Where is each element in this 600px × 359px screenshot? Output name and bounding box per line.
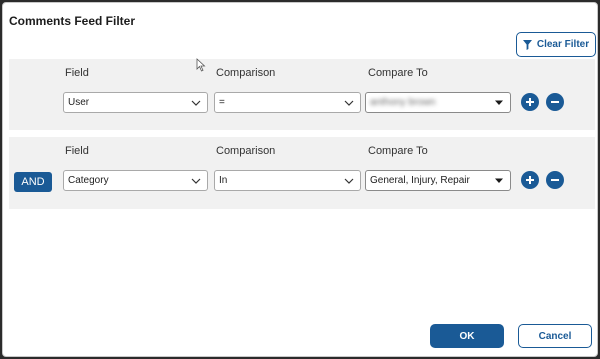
- chevron-down-icon: [488, 93, 510, 112]
- compare-to-select[interactable]: anthony brown: [365, 92, 511, 113]
- filter-dialog: Comments Feed Filter Clear Filter Field …: [2, 2, 598, 357]
- comparison-select-value: =: [219, 97, 225, 108]
- comparison-select[interactable]: In: [214, 170, 361, 191]
- cancel-button[interactable]: Cancel: [518, 324, 592, 348]
- field-select-value: User: [68, 97, 90, 108]
- chevron-down-icon: [338, 171, 360, 190]
- comparison-column-label: Comparison: [216, 67, 276, 79]
- ok-button[interactable]: OK: [430, 324, 504, 348]
- comparison-select-value: In: [219, 175, 228, 186]
- compare-to-select-value: General, Injury, Repair: [370, 175, 470, 186]
- filter-row-2: Field Comparison Compare To AND Category…: [9, 137, 595, 209]
- field-select-value: Category: [68, 175, 109, 186]
- compare-to-select-value: anthony brown: [370, 97, 436, 108]
- plus-icon: [526, 98, 534, 106]
- minus-icon: [551, 179, 559, 181]
- chevron-down-icon: [185, 93, 207, 112]
- chevron-down-icon: [488, 171, 510, 190]
- and-connector-button[interactable]: AND: [14, 172, 52, 192]
- remove-condition-button[interactable]: [546, 171, 564, 189]
- clear-filter-button[interactable]: Clear Filter: [516, 32, 596, 57]
- mouse-pointer-icon: [196, 58, 206, 72]
- minus-icon: [551, 101, 559, 103]
- chevron-down-icon: [185, 171, 207, 190]
- field-select[interactable]: User: [63, 92, 208, 113]
- field-select[interactable]: Category: [63, 170, 208, 191]
- plus-icon: [526, 176, 534, 184]
- dialog-title: Comments Feed Filter: [9, 14, 136, 28]
- filter-icon: [522, 39, 532, 50]
- compare-to-select[interactable]: General, Injury, Repair: [365, 170, 511, 191]
- compare-to-column-label: Compare To: [368, 145, 428, 157]
- compare-to-column-label: Compare To: [368, 67, 428, 79]
- add-condition-button[interactable]: [521, 171, 539, 189]
- remove-condition-button[interactable]: [546, 93, 564, 111]
- field-column-label: Field: [65, 145, 89, 157]
- chevron-down-icon: [338, 93, 360, 112]
- comparison-column-label: Comparison: [216, 145, 276, 157]
- add-condition-button[interactable]: [521, 93, 539, 111]
- filter-row-1: Field Comparison Compare To User = antho…: [9, 59, 595, 130]
- comparison-select[interactable]: =: [214, 92, 361, 113]
- field-column-label: Field: [65, 67, 89, 79]
- clear-filter-label: Clear Filter: [536, 39, 590, 50]
